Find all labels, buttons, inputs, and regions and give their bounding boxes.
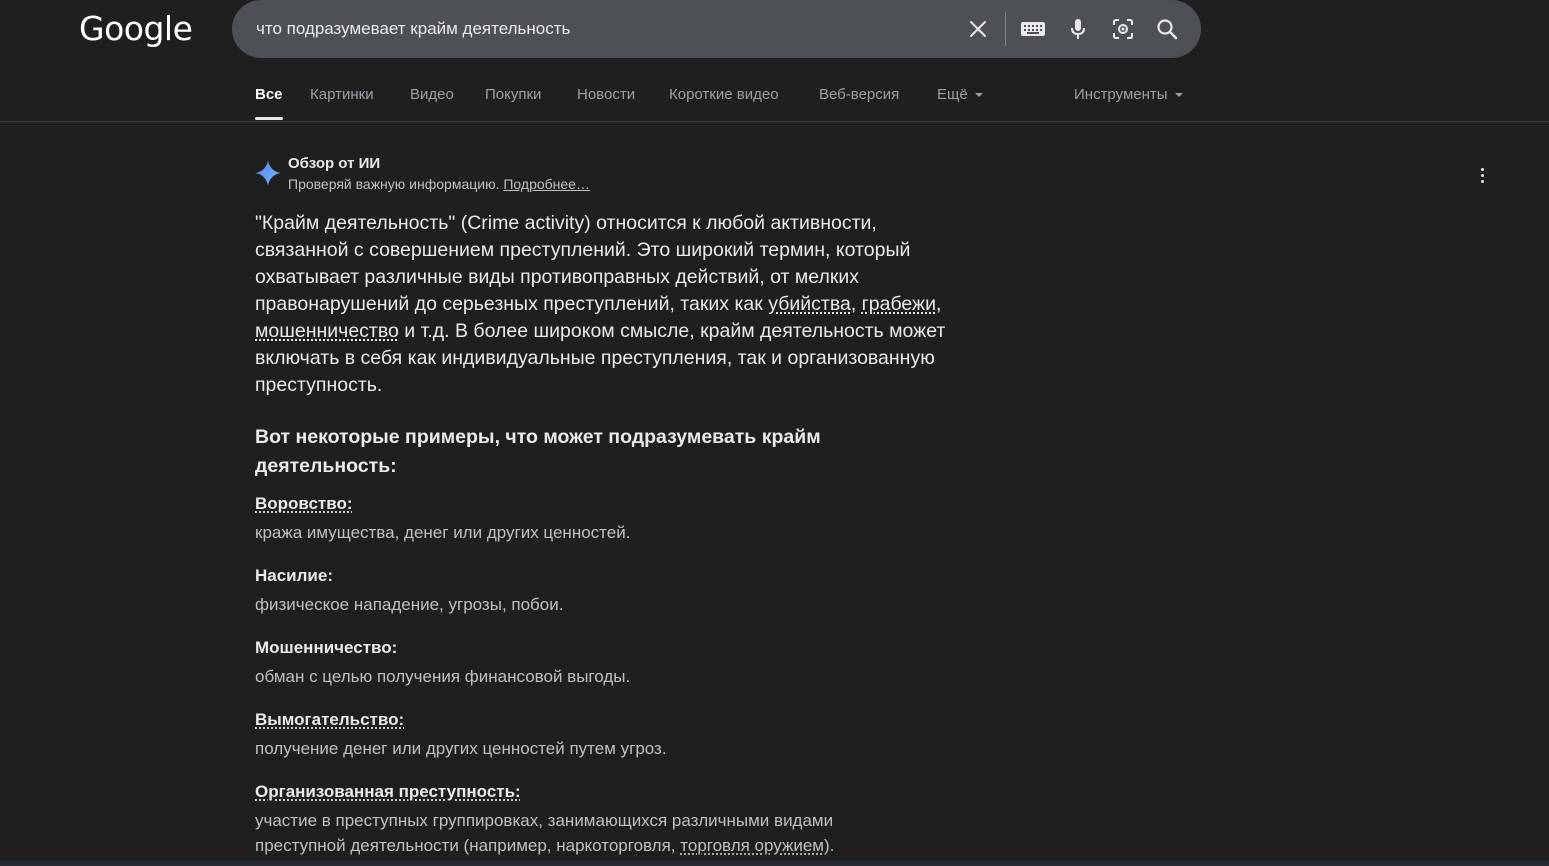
examples-heading: Вот некоторые примеры, что может подразу…	[255, 426, 821, 477]
bottom-edge	[0, 861, 1549, 866]
item-desc-extortion: получение денег или других ценностей пут…	[255, 739, 667, 758]
ai-overview-title: Обзор от ИИ	[288, 155, 381, 172]
more-vertical-icon[interactable]	[1472, 164, 1492, 186]
paragraph-text: ,	[935, 293, 942, 315]
item-title-extortion[interactable]: Вымогательство:	[255, 710, 404, 730]
tab-web[interactable]: Веб-версия	[819, 86, 899, 103]
search-box[interactable]: что подразумевает крайм деятельность	[232, 0, 1201, 58]
chevron-down-icon	[974, 93, 983, 98]
tab-videos[interactable]: Видео	[410, 86, 454, 103]
tab-label: Все	[255, 86, 283, 103]
tools-button[interactable]: Инструменты	[1074, 86, 1183, 103]
search-input[interactable]: что подразумевает крайм деятельность	[256, 19, 570, 39]
tab-news[interactable]: Новости	[577, 86, 635, 103]
keyboard-icon[interactable]	[1020, 16, 1046, 42]
item-desc-theft: кража имущества, денег или других ценнос…	[255, 523, 631, 542]
learn-more-link[interactable]: Подробнее…	[503, 176, 590, 192]
sparkle-icon	[255, 160, 281, 186]
close-icon[interactable]	[965, 16, 991, 42]
header: Google что подразумевает крайм деятельно…	[0, 0, 1549, 122]
ai-disclaimer: Проверяй важную информацию.	[288, 176, 500, 192]
tools-label: Инструменты	[1074, 86, 1168, 103]
camera-lens-icon[interactable]	[1110, 16, 1136, 42]
tab-more-label: Ещё	[937, 86, 968, 103]
chevron-down-icon	[1174, 93, 1183, 98]
item-desc-text: ).	[823, 836, 835, 855]
link-murders[interactable]: убийства	[768, 293, 851, 315]
link-robbery[interactable]: грабежи	[862, 293, 936, 315]
item-title-organized-crime[interactable]: Организованная преступность:	[255, 782, 521, 802]
paragraph-text: ,	[850, 293, 862, 315]
microphone-icon[interactable]	[1065, 16, 1091, 42]
link-fraud[interactable]: мошенничество	[255, 320, 399, 342]
ai-overview-paragraph: "Крайм деятельность" (Crime activity) от…	[255, 210, 965, 399]
search-divider	[1005, 12, 1006, 46]
tab-shopping[interactable]: Покупки	[485, 86, 541, 103]
item-title-fraud: Мошенничество:	[255, 638, 398, 657]
active-tab-indicator	[255, 117, 283, 120]
tab-short-videos[interactable]: Короткие видео	[669, 86, 779, 103]
tab-images[interactable]: Картинки	[310, 86, 374, 103]
tab-all[interactable]: Все	[255, 86, 283, 120]
google-logo[interactable]: Google	[79, 9, 193, 48]
tab-more[interactable]: Ещё	[937, 86, 983, 103]
link-arms-trafficking[interactable]: торговля оружием	[680, 836, 824, 855]
item-title-theft[interactable]: Воровство:	[255, 494, 353, 514]
ai-overview-subtitle: Проверяй важную информацию. Подробнее…	[288, 176, 590, 192]
item-desc-organized-crime: участие в преступных группировках, заним…	[255, 808, 915, 858]
item-desc-fraud: обман с целью получения финансовой выгод…	[255, 667, 631, 686]
search-icon[interactable]	[1154, 16, 1180, 42]
item-desc-violence: физическое нападение, угрозы, побои.	[255, 595, 564, 614]
item-title-violence: Насилие:	[255, 566, 334, 585]
